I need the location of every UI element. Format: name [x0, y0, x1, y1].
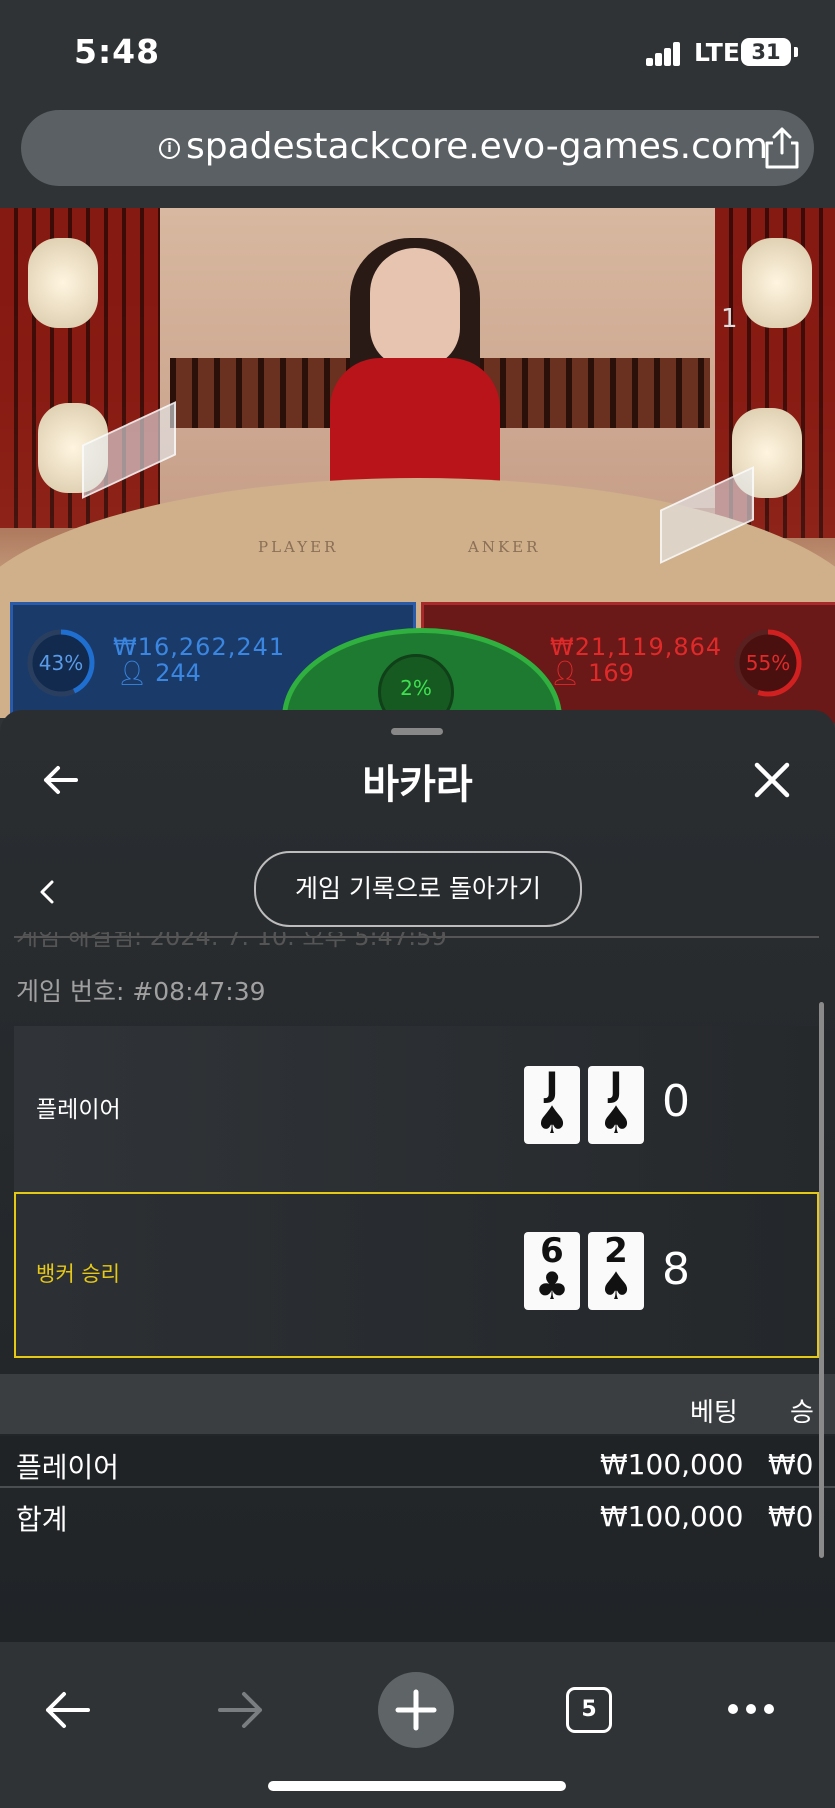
network-label: LTE: [694, 38, 740, 67]
player-hand-row: 플레이어 J ♠ J ♠ 0: [14, 1026, 819, 1193]
win-amount: ₩0: [768, 1448, 814, 1481]
info-icon[interactable]: i: [159, 138, 180, 159]
table-label-player: PLAYER: [258, 538, 339, 556]
seat-number: 1: [721, 304, 738, 334]
new-tab-button[interactable]: [378, 1672, 454, 1748]
banker-result-label: 뱅커 승리: [36, 1262, 120, 1286]
bets-table-header: 베팅 승: [0, 1374, 835, 1434]
ellipsis-icon[interactable]: [726, 1702, 776, 1716]
playing-card: 6 ♣: [524, 1232, 580, 1310]
card-suit: ♠: [534, 1098, 570, 1142]
status-bar: 5:48 LTE 31: [0, 0, 835, 105]
table-row: 플레이어 ₩100,000 ₩0: [0, 1436, 835, 1488]
playing-card: J ♠: [524, 1066, 580, 1144]
column-win: 승: [790, 1398, 814, 1428]
game-number: 게임 번호: #08:47:39: [16, 977, 266, 1006]
tie-percent: 2%: [400, 676, 432, 700]
card-suit: ♣: [534, 1264, 570, 1308]
dealer-face: [370, 248, 460, 368]
lantern-icon: [28, 238, 98, 328]
lantern-icon: [742, 238, 812, 328]
column-bet: 베팅: [690, 1398, 738, 1428]
plus-icon: [395, 1689, 437, 1731]
banker-total-amount: ₩21,119,864: [550, 633, 723, 661]
total-bet: ₩100,000: [600, 1500, 744, 1533]
bet-name: 플레이어: [16, 1451, 120, 1484]
banker-percent: 55%: [745, 651, 791, 675]
banker-hand-row: 뱅커 승리 6 ♣ 2 ♠ 8: [14, 1192, 819, 1358]
battery-cap: [794, 47, 798, 57]
card-suit: ♠: [598, 1098, 634, 1142]
url-text[interactable]: spadestackcore.evo-games.com: [186, 126, 768, 167]
tab-count-button[interactable]: 5: [566, 1687, 612, 1733]
player-hand-label: 플레이어: [36, 1097, 121, 1123]
banker-bettor-count: 👤︎ 169: [550, 659, 634, 687]
player-total-amount: ₩16,262,241: [113, 633, 286, 661]
close-icon[interactable]: [752, 760, 792, 800]
table-label-banker: ANKER: [468, 538, 541, 556]
address-bar[interactable]: i spadestackcore.evo-games.com: [21, 110, 814, 186]
sheet-title: 바카라: [362, 762, 473, 808]
signal-icon: [646, 42, 682, 66]
home-indicator[interactable]: [268, 1781, 566, 1791]
bet-amount: ₩100,000: [600, 1448, 744, 1481]
table-row: 합계 ₩100,000 ₩0: [0, 1488, 835, 1538]
sheet-grabber[interactable]: [391, 728, 443, 735]
playing-card: J ♠: [588, 1066, 644, 1144]
battery-level: 31: [751, 40, 781, 64]
game-history-sheet: 바카라 게임 기록으로 돌아가기 게임 해결됨: 2024. 7. 10. 오후…: [0, 710, 835, 1642]
clock: 5:48: [74, 32, 161, 71]
card-suit: ♠: [598, 1264, 634, 1308]
chevron-left-icon[interactable]: [36, 876, 58, 908]
banker-score: 8: [662, 1244, 690, 1295]
scrollbar[interactable]: [819, 1002, 824, 1558]
player-bettor-count: 👤︎ 244: [117, 659, 201, 687]
back-to-history-button[interactable]: 게임 기록으로 돌아가기: [254, 851, 582, 927]
player-percent: 43%: [38, 651, 84, 675]
battery-icon: 31: [741, 38, 791, 66]
share-icon[interactable]: [759, 125, 805, 171]
total-label: 합계: [16, 1503, 68, 1536]
total-win: ₩0: [768, 1500, 814, 1533]
forward-arrow-icon[interactable]: [216, 1688, 266, 1732]
divider: [14, 936, 819, 938]
back-arrow-icon[interactable]: [42, 1688, 92, 1732]
playing-card: 2 ♠: [588, 1232, 644, 1310]
player-score: 0: [662, 1076, 690, 1127]
